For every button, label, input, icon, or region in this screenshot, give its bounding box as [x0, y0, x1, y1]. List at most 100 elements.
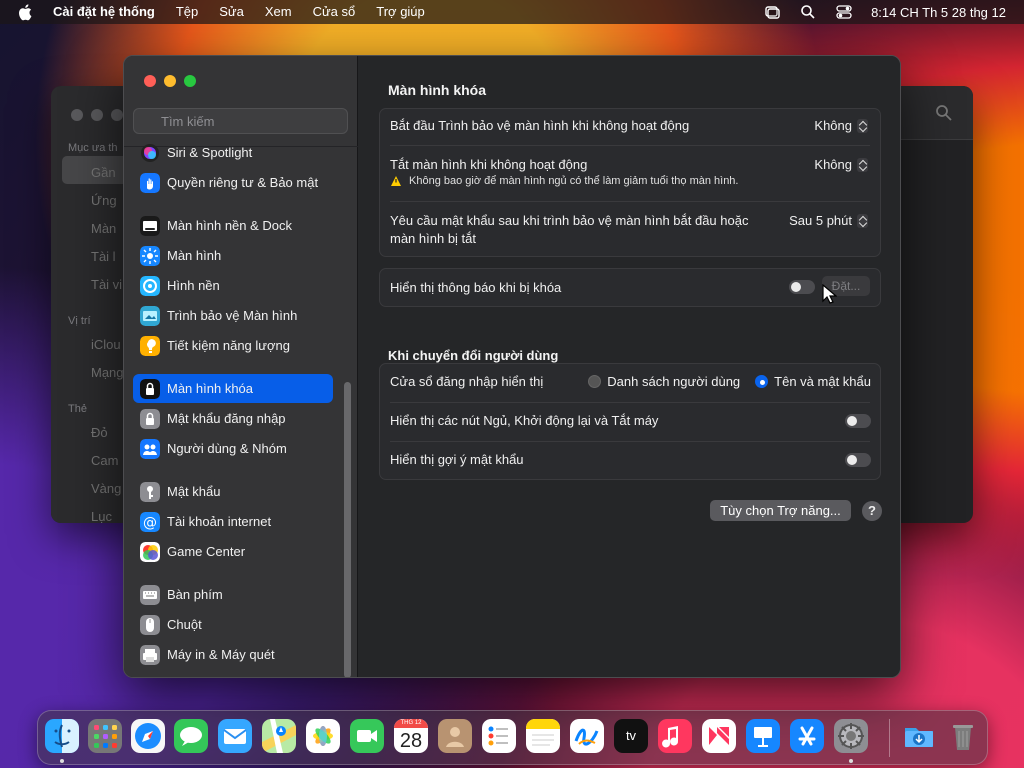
menu-file[interactable]: Tệp [176, 4, 198, 19]
display-off-popup[interactable]: Không [814, 157, 868, 172]
mail-icon[interactable] [218, 719, 252, 753]
lock-screen-display-settings-group: Bắt đầu Trình bảo vệ màn hình khi không … [379, 108, 881, 257]
sidebar-item-privacy-security[interactable]: Quyền riêng tư & Bảo mật [133, 168, 333, 197]
zoom-window-icon[interactable] [184, 75, 196, 87]
sidebar-scrollbar[interactable] [344, 382, 351, 677]
display-off-warning: Không bao giờ để màn hình ngủ có thể làm… [390, 175, 738, 187]
sidebar-item-users-groups[interactable]: Người dùng & Nhóm [133, 434, 333, 463]
radio-name-password[interactable]: Tên và mật khẩu [755, 374, 871, 389]
notes-icon[interactable] [526, 719, 560, 753]
key-icon [140, 482, 160, 502]
desktop-screen: Cài đặt hệ thống Tệp Sửa Xem Cửa sổ Trợ … [0, 0, 1024, 768]
menu-window[interactable]: Cửa sổ [313, 4, 356, 19]
sidebar-item-wallpaper[interactable]: Hình nền [133, 271, 333, 300]
stage-manager-icon[interactable] [763, 3, 781, 21]
sidebar-item-screen-saver[interactable]: Trình bảo vệ Màn hình [133, 301, 333, 330]
calendar-icon[interactable]: THG 12 28 [394, 719, 428, 753]
menu-edit[interactable]: Sửa [219, 4, 244, 19]
photos-icon[interactable] [306, 719, 340, 753]
downloads-folder-icon[interactable] [902, 719, 936, 753]
system-settings-window: Tìm kiếm Siri & Spotlight Quyền riêng tư… [123, 55, 901, 678]
password-required-popup[interactable]: Sau 5 phút [789, 213, 868, 228]
background-tags-label: Thẻ [68, 403, 87, 415]
search-icon[interactable] [799, 3, 817, 21]
facetime-icon[interactable] [350, 719, 384, 753]
search-placeholder: Tìm kiếm [161, 114, 215, 129]
sidebar-item-passwords[interactable]: Mật khẩu [133, 477, 333, 506]
password-hints-toggle[interactable] [845, 453, 871, 467]
menu-view[interactable]: Xem [265, 4, 292, 19]
maps-icon[interactable] [262, 719, 296, 753]
dock-separator [889, 719, 890, 757]
mouse-icon [140, 615, 160, 635]
sidebar-item-game-center[interactable]: Game Center [133, 537, 333, 566]
radio-name-password-label: Tên và mật khẩu [774, 374, 871, 389]
background-item: Đỏ [91, 425, 108, 440]
system-settings-icon[interactable] [834, 719, 868, 753]
apple-tv-icon[interactable]: tv [614, 719, 648, 753]
finder-running-dot [60, 759, 64, 763]
contacts-icon[interactable] [438, 719, 472, 753]
sidebar-item-lock-screen[interactable]: Màn hình khóa [133, 374, 333, 403]
menu-help[interactable]: Trợ giúp [376, 4, 425, 19]
sidebar-item-login-password[interactable]: Mật khẩu đăng nhập [133, 404, 333, 433]
trash-icon[interactable] [946, 719, 980, 753]
menu-clock[interactable]: 8:14 CH Th 5 28 thg 12 [871, 5, 1006, 20]
background-item: Vàng [91, 481, 122, 496]
app-store-icon[interactable] [790, 719, 824, 753]
sidebar-item-energy-saver[interactable]: Tiết kiệm năng lượng [133, 331, 333, 360]
sidebar-item-label: Quyền riêng tư & Bảo mật [167, 175, 319, 190]
screen-saver-start-popup[interactable]: Không [814, 118, 868, 133]
switching-users-section-title: Khi chuyển đổi người dùng [388, 347, 559, 363]
password-required-label-line-one: Yêu cầu mật khẩu sau khi trình bảo vệ mà… [390, 213, 749, 228]
menu-app-name[interactable]: Cài đặt hệ thống [53, 4, 155, 19]
sidebar-item-label: Người dùng & Nhóm [167, 441, 287, 456]
sidebar-item-keyboard[interactable]: Bàn phím [133, 580, 333, 609]
sleep-restart-shutdown-label: Hiển thị các nút Ngủ, Khởi động lại và T… [390, 413, 659, 428]
locked-message-toggle[interactable] [789, 280, 815, 294]
screen-saver-start-value: Không [814, 118, 852, 133]
apple-menu-icon[interactable] [17, 3, 35, 21]
display-off-value: Không [814, 157, 852, 172]
help-button[interactable]: ? [862, 501, 882, 521]
messages-icon[interactable] [174, 719, 208, 753]
safari-icon[interactable] [131, 719, 165, 753]
background-item: Ứng [91, 193, 117, 208]
keynote-icon[interactable] [746, 719, 780, 753]
sidebar-item-label: Màn hình nền & Dock [167, 218, 293, 233]
sidebar-item-label: Trình bảo vệ Màn hình [167, 308, 298, 323]
sleep-restart-shutdown-toggle[interactable] [845, 414, 871, 428]
news-icon[interactable] [702, 719, 736, 753]
music-icon[interactable] [658, 719, 692, 753]
background-item: Tài l [91, 249, 116, 264]
sidebar-item-printers-scanners[interactable]: Máy in & Máy quét [133, 640, 333, 669]
game-center-icon [140, 542, 160, 562]
control-center-icon[interactable] [835, 3, 853, 21]
background-close-dot-icon [71, 109, 83, 121]
sidebar-item-label: Siri & Spotlight [167, 145, 253, 160]
users-icon [140, 439, 160, 459]
sidebar-item-mouse[interactable]: Chuột [133, 610, 333, 639]
search-input[interactable]: Tìm kiếm [133, 108, 348, 134]
radio-user-list[interactable]: Danh sách người dùng [588, 374, 740, 389]
background-item: Màn [91, 221, 117, 236]
launchpad-icon[interactable] [88, 719, 122, 753]
sidebar-item-label: Chuột [167, 617, 202, 632]
password-required-label-line-two: màn hình bị tắt [390, 231, 476, 246]
close-window-icon[interactable] [144, 75, 156, 87]
reminders-icon[interactable] [482, 719, 516, 753]
sidebar-item-desktop-dock[interactable]: Màn hình nền & Dock [133, 211, 333, 240]
sidebar-item-internet-accounts[interactable]: @ Tài khoản internet [133, 507, 333, 536]
minimize-window-icon[interactable] [164, 75, 176, 87]
finder-icon[interactable] [45, 719, 79, 753]
sidebar-item-display[interactable]: Màn hình [133, 241, 333, 270]
sidebar-item-siri-spotlight[interactable]: Siri & Spotlight [133, 138, 333, 167]
mouse-pointer-icon [822, 284, 837, 304]
keyboard-icon [140, 585, 160, 605]
sidebar-item-label: Máy in & Máy quét [167, 647, 275, 662]
background-item: Cam [91, 453, 119, 468]
chevron-up-down-icon [857, 157, 868, 172]
accessibility-options-button[interactable]: Tùy chọn Trợ năng... [710, 500, 851, 521]
row-divider [390, 201, 870, 202]
freeform-icon[interactable] [570, 719, 604, 753]
